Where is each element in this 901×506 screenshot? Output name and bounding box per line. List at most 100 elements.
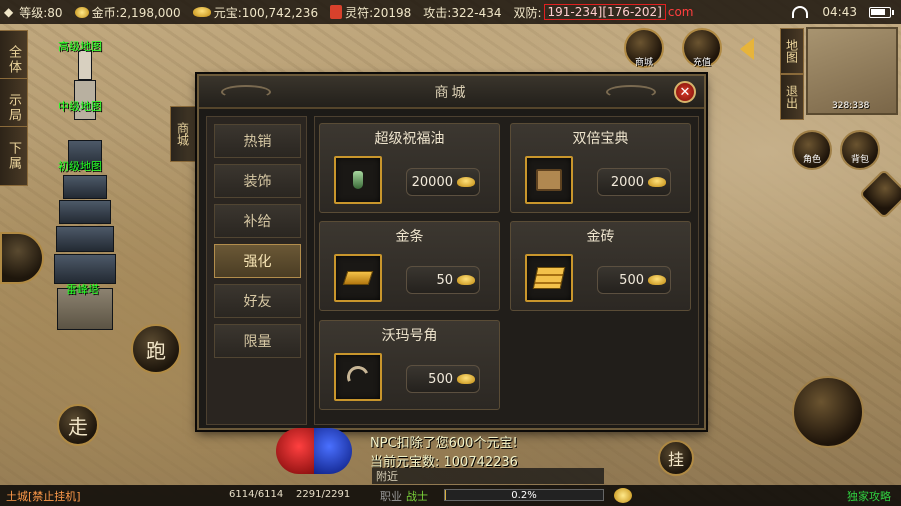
chat-line: NPC扣除了您600个元宝! [370, 436, 518, 451]
gold-display: 金币:2,198,000 [74, 4, 181, 21]
lingfu-charm-icon [330, 5, 343, 19]
walk-button[interactable]: 走 [57, 404, 99, 446]
bottom-bar: 土城[禁止挂机] 6114/6114 2291/2291 职业 战士 0.2% 独… [0, 485, 901, 506]
item-price: 2000 [610, 174, 644, 190]
minimap[interactable]: 328:338 [806, 27, 898, 115]
yuanbao-ingot-icon [648, 275, 666, 285]
run-button[interactable]: 跑 [131, 324, 181, 374]
buy-price-button[interactable]: 500 [406, 365, 480, 393]
clock-time: 04:43 [822, 5, 857, 19]
recharge-icon[interactable]: 充值 [682, 28, 722, 68]
attack-skill-button[interactable] [792, 376, 864, 448]
job-value: 战士 [406, 490, 428, 503]
item-name: 金砖 [586, 229, 615, 245]
buy-price-button[interactable]: 20000 [406, 168, 480, 196]
tab-limited[interactable]: 限量 [214, 324, 301, 358]
attack-value: 攻击:322-434 [423, 5, 502, 20]
item-slot[interactable] [334, 254, 382, 302]
tab-decoration[interactable]: 装饰 [214, 164, 301, 198]
yuanbao-ingot-icon [457, 177, 475, 187]
shop-tab-list: 热销 装饰 补给 强化 好友 限量 [206, 116, 307, 425]
gold-brick-icon [532, 267, 566, 289]
shop-icon[interactable]: 商城 [624, 28, 664, 68]
minimap-coords: 328:338 [832, 101, 870, 111]
exp-percent: 0.2% [511, 490, 537, 501]
close-button[interactable]: ✕ [674, 81, 696, 103]
tab-hot[interactable]: 热销 [214, 124, 301, 158]
gold-value: 金币:2,198,000 [91, 5, 181, 20]
chat-log: NPC扣除了您600个元宝! 当前元宝数: 100742236 [370, 432, 518, 470]
status-bar: ◆ 等级:80 金币:2,198,000 元宝:100,742,236 灵符:2… [0, 0, 901, 24]
hp-value: 6114/6114 [229, 489, 284, 500]
item-name: 沃玛号角 [381, 328, 438, 344]
bag-icon[interactable]: 背包 [840, 130, 880, 170]
character-icon[interactable]: 角色 [792, 130, 832, 170]
wifi-icon [792, 6, 809, 18]
yuanbao-ingot-icon [192, 7, 211, 17]
item-slot[interactable] [334, 353, 382, 401]
shop-item-card[interactable]: 超级祝福油 20000 [319, 123, 500, 213]
shop-item-card[interactable]: 双倍宝典 2000 [510, 123, 691, 213]
lingfu-value: 灵符:20198 [345, 5, 412, 20]
map-label-low[interactable]: 初级地图 [58, 158, 102, 174]
item-name: 金条 [395, 229, 424, 245]
item-price: 50 [436, 272, 453, 288]
shop-window: 商城 ✕ 热销 装饰 补给 强化 好友 限量 超级祝福油 20000 双倍宝典 [197, 74, 706, 430]
horn-icon [343, 362, 373, 392]
chat-input[interactable]: 附近 [372, 468, 604, 484]
defense-display: 双防: 191-234][176-202] com [513, 4, 694, 21]
defense-label: 双防: [513, 5, 542, 20]
hp-mp-readout: 6114/6114 2291/2291 [229, 489, 350, 500]
signal-icon: ◆ [4, 5, 14, 19]
item-name: 双倍宝典 [572, 131, 629, 147]
battery-icon [869, 6, 894, 18]
map-label-high[interactable]: 高级地图 [58, 38, 102, 54]
job-label: 职业 [380, 490, 402, 503]
item-slot[interactable] [525, 156, 573, 204]
emoji-icon[interactable] [614, 488, 632, 503]
exit-button[interactable]: 退出 [780, 74, 804, 120]
potion-bottle-icon [353, 171, 363, 189]
shop-item-card[interactable]: 金条 50 [319, 221, 500, 311]
item-name: 超级祝福油 [374, 131, 445, 147]
lingfu-display: 灵符:20198 [330, 4, 411, 21]
yuanbao-ingot-icon [648, 177, 666, 187]
shop-icon-label: 商城 [634, 58, 653, 68]
shop-side-tab[interactable]: 商城 [170, 106, 196, 162]
yuanbao-value: 元宝:100,742,236 [213, 5, 319, 20]
defense-values: 191-234][176-202] [543, 4, 666, 20]
bag-icon-label: 背包 [850, 155, 869, 165]
shop-item-card[interactable]: 金砖 500 [510, 221, 691, 311]
item-slot[interactable] [334, 156, 382, 204]
map-label-tower[interactable]: 雷峰塔 [66, 281, 99, 297]
gold-coin-icon [74, 6, 89, 18]
collapse-arrow-icon[interactable] [740, 38, 754, 60]
left-menu-subordinate-button[interactable]: 下属 [0, 126, 28, 186]
buy-price-button[interactable]: 500 [597, 266, 671, 294]
shop-title: 商城 [434, 84, 469, 101]
auto-battle-button[interactable]: 挂 [658, 440, 694, 476]
tab-enhance[interactable]: 强化 [214, 244, 301, 278]
shop-item-grid: 超级祝福油 20000 双倍宝典 2000 金条 50 金砖 500 沃玛号角 … [314, 116, 699, 425]
recharge-icon-label: 充值 [692, 58, 711, 68]
overlay-watermark-text: com [667, 5, 694, 19]
strategy-link[interactable]: 独家攻略 [847, 488, 891, 504]
shop-item-card[interactable]: 沃玛号角 500 [319, 320, 500, 410]
yuanbao-display: 元宝:100,742,236 [192, 4, 319, 21]
ornament-right-icon [606, 85, 656, 99]
item-slot[interactable] [525, 254, 573, 302]
map-label-mid[interactable]: 中级地图 [58, 98, 102, 114]
yuanbao-ingot-icon [457, 275, 475, 285]
tab-supply[interactable]: 补给 [214, 204, 301, 238]
hp-orb [276, 428, 314, 474]
tab-friends[interactable]: 好友 [214, 284, 301, 318]
book-icon [536, 169, 562, 191]
item-price: 500 [619, 272, 644, 288]
buy-price-button[interactable]: 50 [406, 266, 480, 294]
map-button[interactable]: 地图 [780, 28, 804, 74]
buy-price-button[interactable]: 2000 [597, 168, 671, 196]
exp-bar: 0.2% [444, 489, 604, 501]
item-price: 20000 [411, 174, 453, 190]
character-icon-label: 角色 [802, 155, 821, 165]
job-info: 职业 战士 [380, 488, 428, 504]
